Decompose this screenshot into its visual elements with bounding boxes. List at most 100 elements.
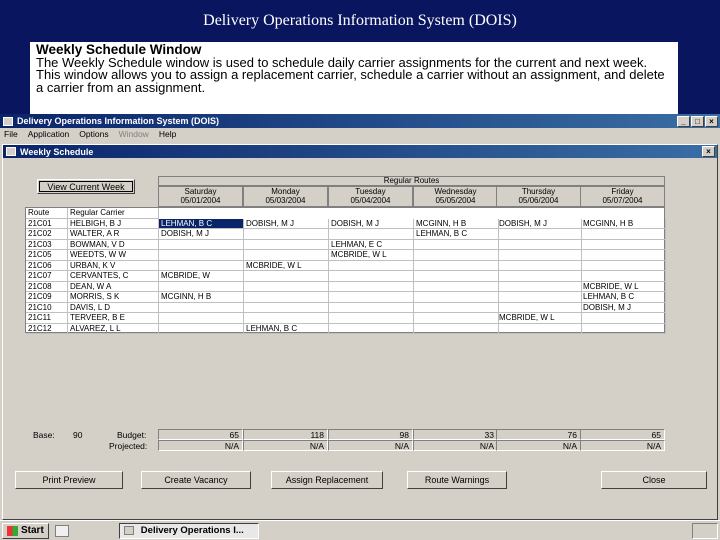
route-cell[interactable]: 21C09: [26, 292, 68, 303]
assignment-cell[interactable]: LEHMAN, B C: [159, 218, 244, 229]
assignment-cell[interactable]: MCBRIDE, W L: [244, 260, 329, 271]
assignment-cell[interactable]: [497, 271, 582, 282]
assignment-cell[interactable]: [414, 250, 499, 261]
table-row[interactable]: 21C06 URBAN, K V MCBRIDE, W L: [26, 260, 666, 271]
assignment-cell[interactable]: DOBISH, M J: [497, 218, 582, 229]
assignment-cell[interactable]: DOBISH, M J: [581, 302, 666, 313]
assignment-cell[interactable]: [581, 271, 666, 282]
table-row[interactable]: 21C03 BOWMAN, V D LEHMAN, E C: [26, 239, 666, 250]
assignment-cell[interactable]: [329, 323, 414, 334]
assignment-cell[interactable]: [159, 302, 244, 313]
assignment-cell[interactable]: MCBRIDE, W: [159, 271, 244, 282]
carrier-cell[interactable]: BOWMAN, V D: [68, 239, 159, 250]
assignment-cell[interactable]: [329, 292, 414, 303]
assignment-cell[interactable]: [159, 313, 244, 324]
assignment-cell[interactable]: LEHMAN, B C: [414, 229, 499, 240]
assignment-cell[interactable]: MCBRIDE, W L: [329, 250, 414, 261]
menu-help[interactable]: Help: [159, 129, 176, 139]
assignment-cell[interactable]: [159, 239, 244, 250]
route-cell[interactable]: 21C06: [26, 260, 68, 271]
assignment-cell[interactable]: [581, 260, 666, 271]
route-cell[interactable]: 21C12: [26, 323, 68, 334]
route-cell[interactable]: 21C07: [26, 271, 68, 282]
assignment-cell[interactable]: [329, 271, 414, 282]
assignment-cell[interactable]: [581, 323, 666, 334]
assignment-cell[interactable]: [159, 323, 244, 334]
assignment-cell[interactable]: [497, 292, 582, 303]
close-window-button[interactable]: ×: [705, 115, 718, 127]
assignment-cell[interactable]: [414, 260, 499, 271]
assignment-cell[interactable]: DOBISH, M J: [329, 218, 414, 229]
assignment-cell[interactable]: LEHMAN, B C: [244, 323, 329, 334]
minimize-button[interactable]: _: [677, 115, 690, 127]
child-close-button[interactable]: ×: [702, 146, 715, 157]
carrier-cell[interactable]: ALVAREZ, L L: [68, 323, 159, 334]
route-cell[interactable]: 21C08: [26, 281, 68, 292]
assignment-cell[interactable]: MCGINN, H B: [159, 292, 244, 303]
table-row[interactable]: 21C07 CERVANTES, C MCBRIDE, W: [26, 271, 666, 282]
assignment-cell[interactable]: [497, 281, 582, 292]
table-row[interactable]: 21C12 ALVAREZ, L L LEHMAN, B C: [26, 323, 666, 334]
assignment-cell[interactable]: [244, 313, 329, 324]
assignment-cell[interactable]: LEHMAN, B C: [581, 292, 666, 303]
assignment-cell[interactable]: [244, 302, 329, 313]
assignment-cell[interactable]: [159, 260, 244, 271]
assignment-cell[interactable]: MCGINN, H B: [414, 218, 499, 229]
assignment-cell[interactable]: [159, 281, 244, 292]
table-row[interactable]: 21C05 WEEDTS, W W MCBRIDE, W L: [26, 250, 666, 261]
route-cell[interactable]: 21C02: [26, 229, 68, 240]
carrier-cell[interactable]: WEEDTS, W W: [68, 250, 159, 261]
quicklaunch-icon[interactable]: [54, 524, 69, 537]
route-cell[interactable]: 21C10: [26, 302, 68, 313]
assignment-cell[interactable]: [244, 239, 329, 250]
assignment-cell[interactable]: [414, 302, 499, 313]
assignment-cell[interactable]: [497, 260, 582, 271]
assignment-cell[interactable]: [414, 292, 499, 303]
table-row[interactable]: 21C09 MORRIS, S K MCGINN, H B LEHMAN, B C: [26, 292, 666, 303]
route-cell[interactable]: 21C01: [26, 218, 68, 229]
view-current-week-button[interactable]: View Current Week: [37, 179, 135, 194]
print-preview-button[interactable]: Print Preview: [15, 471, 123, 489]
assignment-cell[interactable]: DOBISH, M J: [159, 229, 244, 240]
start-button[interactable]: Start: [2, 522, 49, 539]
menu-options[interactable]: Options: [79, 129, 108, 139]
carrier-cell[interactable]: WALTER, A R: [68, 229, 159, 240]
app-titlebar[interactable]: Delivery Operations Information System (…: [0, 114, 720, 128]
assignment-cell[interactable]: [581, 229, 666, 240]
route-cell[interactable]: 21C05: [26, 250, 68, 261]
assignment-cell[interactable]: MCGINN, H B: [581, 218, 666, 229]
assignment-cell[interactable]: [244, 281, 329, 292]
create-vacancy-button[interactable]: Create Vacancy: [141, 471, 251, 489]
assignment-cell[interactable]: [329, 229, 414, 240]
assignment-cell[interactable]: [244, 271, 329, 282]
assignment-cell[interactable]: [414, 323, 499, 334]
route-cell[interactable]: 21C03: [26, 239, 68, 250]
assignment-cell[interactable]: MCBRIDE, W L: [581, 281, 666, 292]
carrier-cell[interactable]: CERVANTES, C: [68, 271, 159, 282]
assignment-cell[interactable]: MCBRIDE, W L: [497, 313, 582, 324]
assignment-cell[interactable]: [329, 302, 414, 313]
assignment-cell[interactable]: DOBISH, M J: [244, 218, 329, 229]
table-row[interactable]: 21C08 DEAN, W A MCBRIDE, W L: [26, 281, 666, 292]
table-row[interactable]: 21C02 WALTER, A R DOBISH, M J LEHMAN, B C: [26, 229, 666, 240]
assignment-cell[interactable]: [497, 302, 582, 313]
assignment-cell[interactable]: [329, 260, 414, 271]
assignment-cell[interactable]: [244, 229, 329, 240]
carrier-cell[interactable]: DEAN, W A: [68, 281, 159, 292]
assignment-cell[interactable]: [414, 239, 499, 250]
assignment-cell[interactable]: [581, 250, 666, 261]
assignment-cell[interactable]: [497, 323, 582, 334]
table-row[interactable]: 21C01 HELBIGH, B J LEHMAN, B C DOBISH, M JD…: [26, 218, 666, 229]
carrier-cell[interactable]: DAVIS, L D: [68, 302, 159, 313]
menu-window[interactable]: Window: [119, 129, 149, 139]
menu-application[interactable]: Application: [28, 129, 70, 139]
assignment-cell[interactable]: [414, 313, 499, 324]
assignment-cell[interactable]: [497, 229, 582, 240]
carrier-cell[interactable]: TERVEER, B E: [68, 313, 159, 324]
route-cell[interactable]: 21C11: [26, 313, 68, 324]
carrier-cell[interactable]: HELBIGH, B J: [68, 218, 159, 229]
assignment-cell[interactable]: [244, 250, 329, 261]
assignment-cell[interactable]: LEHMAN, E C: [329, 239, 414, 250]
carrier-cell[interactable]: URBAN, K V: [68, 260, 159, 271]
menu-file[interactable]: File: [4, 129, 18, 139]
